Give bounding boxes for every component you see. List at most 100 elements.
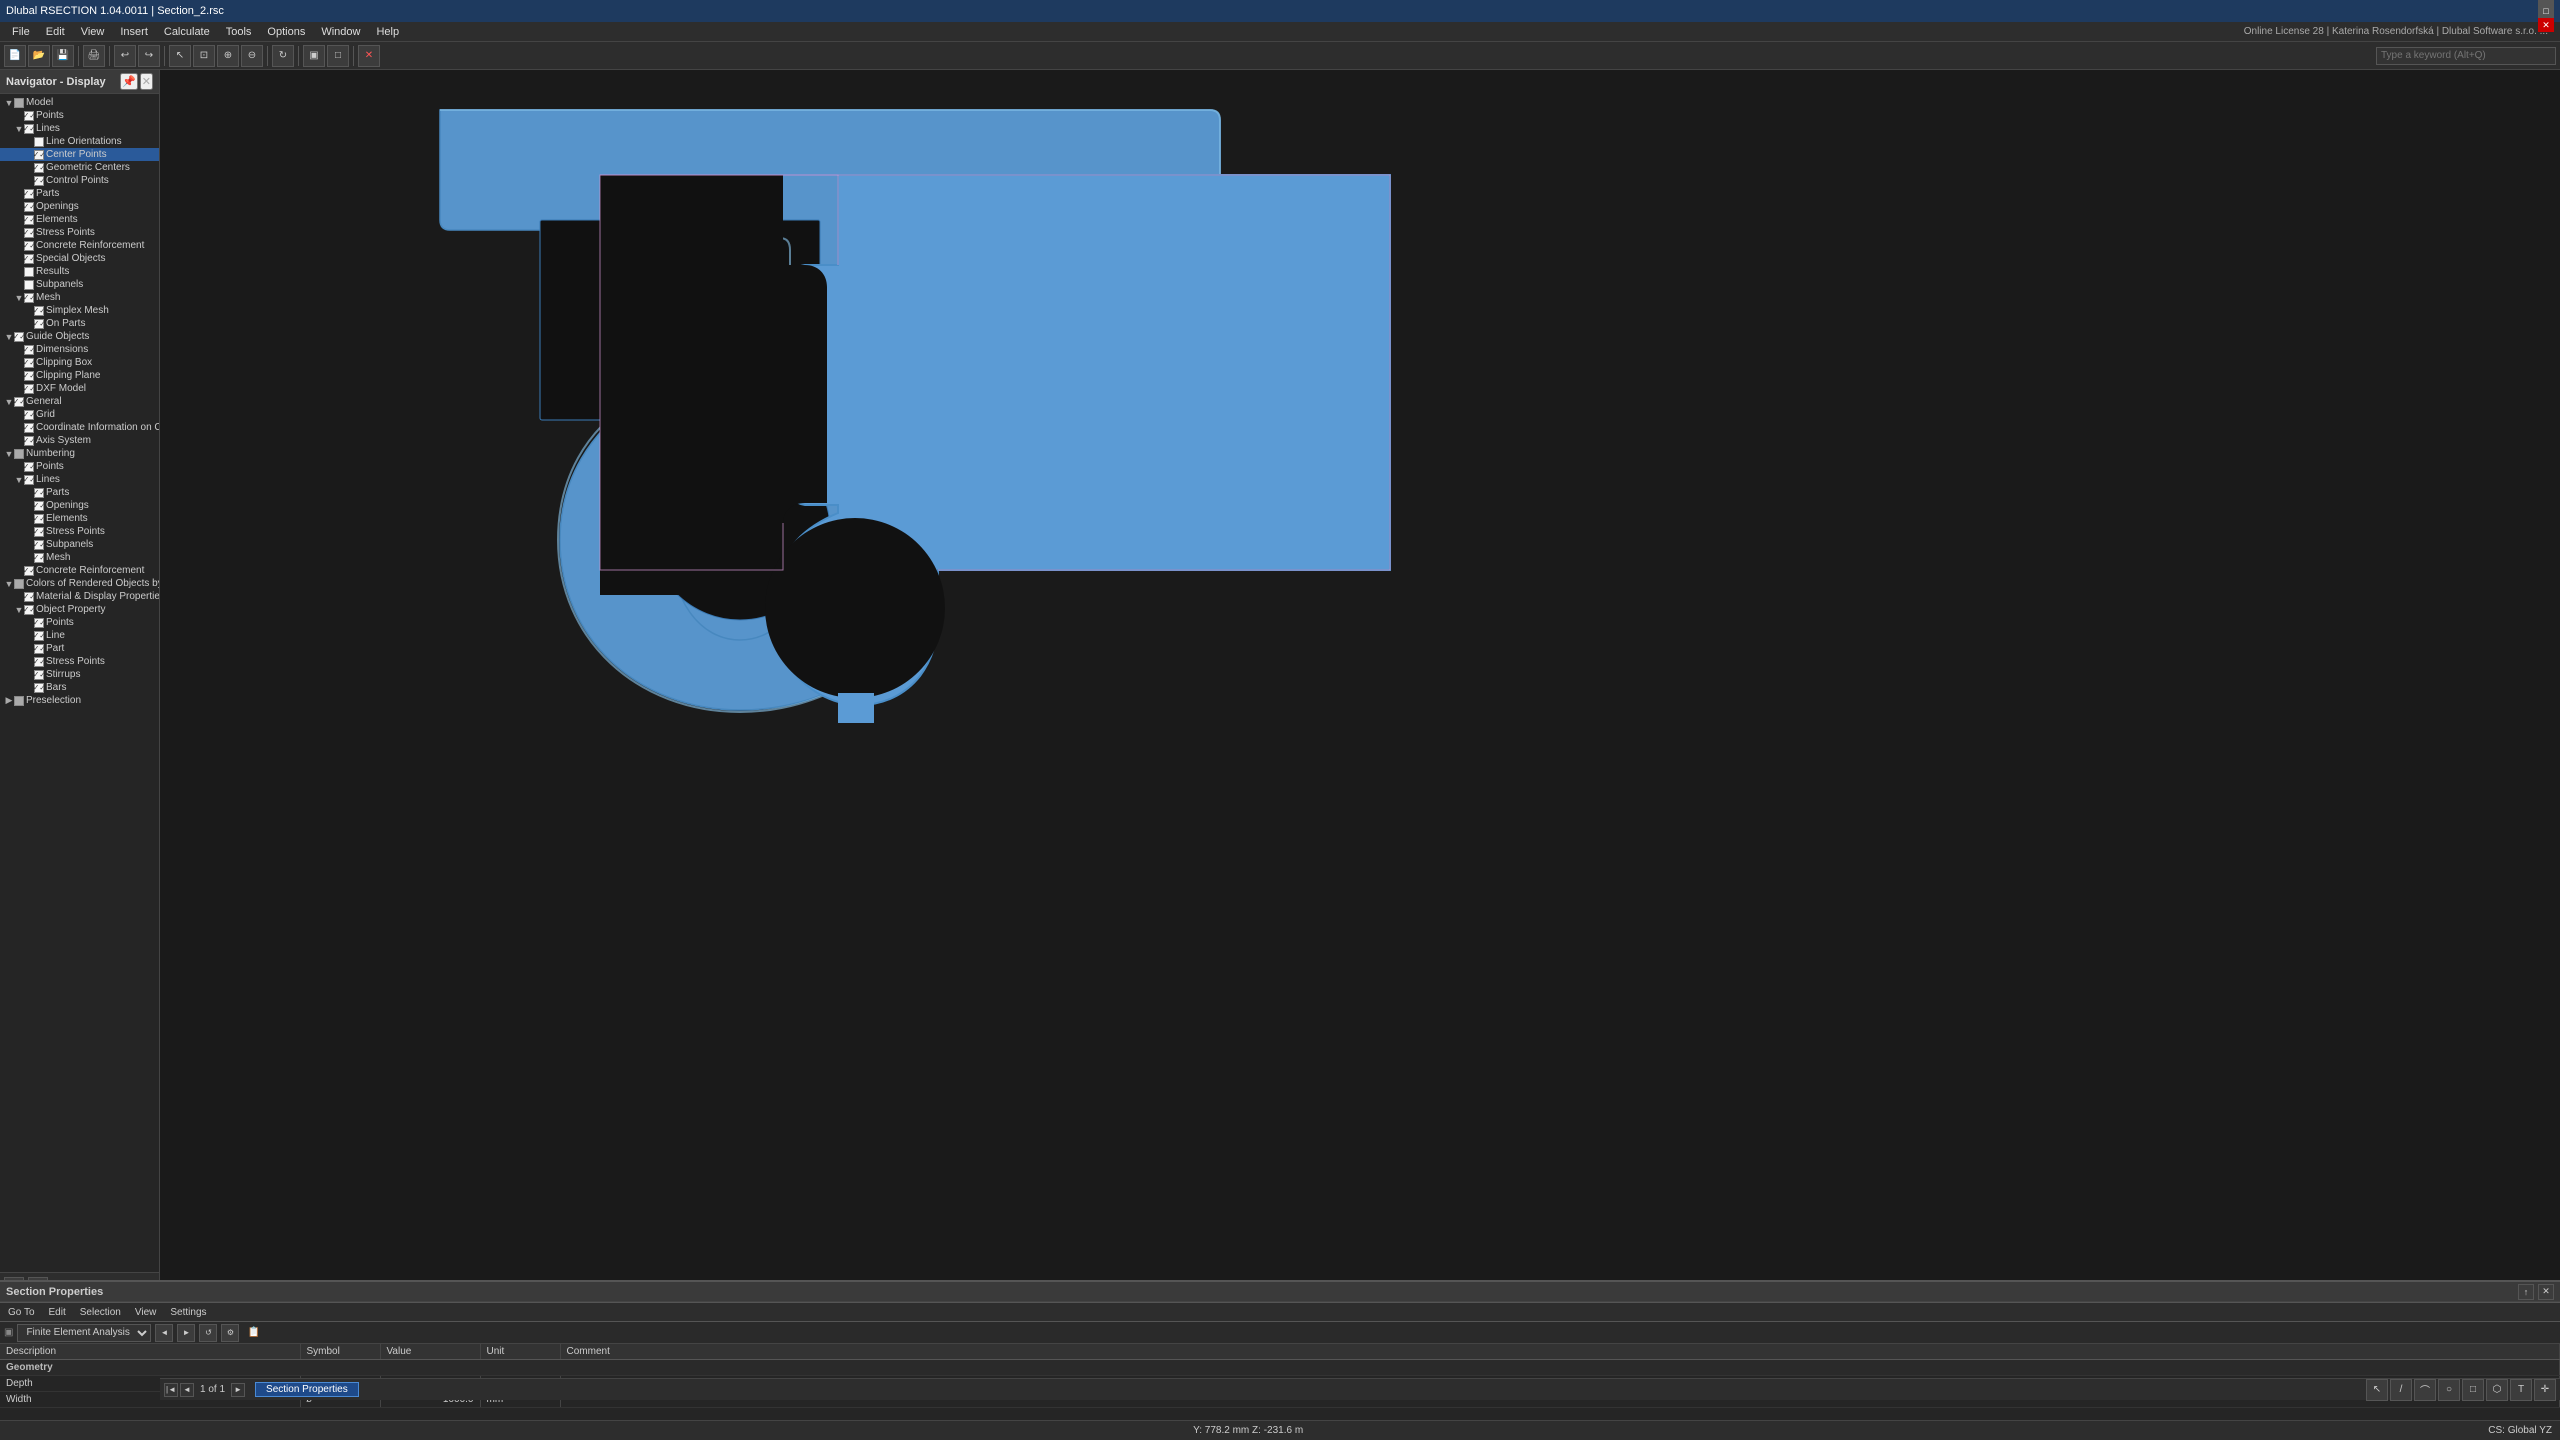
tree-item-geometric-centers[interactable]: ✓ Geometric Centers bbox=[0, 161, 159, 174]
nav-selection[interactable]: Selection bbox=[76, 1307, 125, 1318]
checkbox-go[interactable]: ✓ bbox=[14, 332, 24, 342]
checkbox-axis[interactable]: ✓ bbox=[24, 436, 34, 446]
tree-item-n-points[interactable]: ✓ Points bbox=[0, 460, 159, 473]
snap-button[interactable]: ✛ bbox=[2534, 1379, 2556, 1401]
tree-item-o-points[interactable]: ✓ Points bbox=[0, 616, 159, 629]
tree-item-n-elements[interactable]: ✓ Elements bbox=[0, 512, 159, 525]
tree-item-results[interactable]: Results bbox=[0, 265, 159, 278]
checkbox-nl[interactable]: ✓ bbox=[24, 475, 34, 485]
analysis-next-btn[interactable]: ► bbox=[177, 1324, 195, 1342]
checkbox-coord[interactable]: ✓ bbox=[24, 423, 34, 433]
checkbox-md[interactable]: ✓ bbox=[24, 592, 34, 602]
checkbox-ostir[interactable]: ✓ bbox=[34, 670, 44, 680]
navigator-pin-button[interactable]: 📌 bbox=[120, 73, 138, 90]
tree-item-n-subpanels[interactable]: ✓ Subpanels bbox=[0, 538, 159, 551]
checkbox-sm[interactable]: ✓ bbox=[34, 306, 44, 316]
checkbox-pre[interactable] bbox=[14, 696, 24, 706]
tree-item-n-concrete[interactable]: ✓ Concrete Reinforcement bbox=[0, 564, 159, 577]
tree-item-openings[interactable]: ✓ Openings bbox=[0, 200, 159, 213]
maximize-button[interactable]: □ bbox=[2538, 4, 2554, 18]
draw-circle-button[interactable]: ○ bbox=[2438, 1379, 2460, 1401]
checkbox-elements[interactable]: ✓ bbox=[24, 215, 34, 225]
draw-rect-button[interactable]: □ bbox=[2462, 1379, 2484, 1401]
menu-calculate[interactable]: Calculate bbox=[156, 24, 218, 40]
menu-help[interactable]: Help bbox=[368, 24, 407, 40]
checkbox-opart[interactable]: ✓ bbox=[34, 644, 44, 654]
render-button[interactable]: ▣ bbox=[303, 45, 325, 67]
nav-goto[interactable]: Go To bbox=[4, 1307, 39, 1318]
checkbox-no[interactable]: ✓ bbox=[34, 501, 44, 511]
checkbox-gen[interactable]: ✓ bbox=[14, 397, 24, 407]
navigator-close-button[interactable]: ✕ bbox=[140, 73, 153, 90]
menu-options[interactable]: Options bbox=[259, 24, 313, 40]
tree-item-dxf-model[interactable]: ✓ DXF Model bbox=[0, 382, 159, 395]
checkbox-gc[interactable]: ✓ bbox=[34, 163, 44, 173]
tree-item-stress-points[interactable]: ✓ Stress Points bbox=[0, 226, 159, 239]
checkbox-op[interactable]: ✓ bbox=[34, 319, 44, 329]
analysis-settings-btn[interactable]: ⚙ bbox=[221, 1324, 239, 1342]
tree-item-n-openings[interactable]: ✓ Openings bbox=[0, 499, 159, 512]
tree-item-n-lines[interactable]: ▼ ✓ Lines bbox=[0, 473, 159, 486]
undo-button[interactable]: ↩ bbox=[114, 45, 136, 67]
checkbox-so[interactable]: ✓ bbox=[24, 254, 34, 264]
checkbox-lo[interactable] bbox=[34, 137, 44, 147]
draw-text-button[interactable]: T bbox=[2510, 1379, 2532, 1401]
page-next-button[interactable]: ► bbox=[231, 1383, 245, 1397]
tree-item-material-display[interactable]: ✓ Material & Display Properties bbox=[0, 590, 159, 603]
draw-arc-button[interactable]: ⌒ bbox=[2414, 1379, 2436, 1401]
tree-item-lines[interactable]: ▼ ✓ Lines bbox=[0, 122, 159, 135]
zoom-out-button[interactable]: ⊖ bbox=[241, 45, 263, 67]
draw-polygon-button[interactable]: ⬡ bbox=[2486, 1379, 2508, 1401]
new-button[interactable]: 📄 bbox=[4, 45, 26, 67]
tree-item-elements[interactable]: ✓ Elements bbox=[0, 213, 159, 226]
tree-item-o-bars[interactable]: ✓ Bars bbox=[0, 681, 159, 694]
open-button[interactable]: 📂 bbox=[28, 45, 50, 67]
props-expand-button[interactable]: ↑ bbox=[2518, 1284, 2534, 1300]
nav-edit[interactable]: Edit bbox=[45, 1307, 70, 1318]
redo-button[interactable]: ↪ bbox=[138, 45, 160, 67]
tree-item-o-stress-points[interactable]: ✓ Stress Points bbox=[0, 655, 159, 668]
checkbox-num[interactable] bbox=[14, 449, 24, 459]
tree-item-clipping-box[interactable]: ✓ Clipping Box bbox=[0, 356, 159, 369]
checkbox-opo[interactable]: ✓ bbox=[34, 618, 44, 628]
save-button[interactable]: 💾 bbox=[52, 45, 74, 67]
checkbox-openings[interactable]: ✓ bbox=[24, 202, 34, 212]
draw-pointer-button[interactable]: ↖ bbox=[2366, 1379, 2388, 1401]
tree-item-numbering[interactable]: ▼ Numbering bbox=[0, 447, 159, 460]
checkbox-oline[interactable]: ✓ bbox=[34, 631, 44, 641]
checkbox-np[interactable]: ✓ bbox=[24, 462, 34, 472]
analysis-refresh-btn[interactable]: ↺ bbox=[199, 1324, 217, 1342]
zoom-fit-button[interactable]: ⊡ bbox=[193, 45, 215, 67]
tree-item-model[interactable]: ▼ Model bbox=[0, 96, 159, 109]
tree-item-parts[interactable]: ✓ Parts bbox=[0, 187, 159, 200]
tree-item-dimensions[interactable]: ✓ Dimensions bbox=[0, 343, 159, 356]
tree-item-grid[interactable]: ✓ Grid bbox=[0, 408, 159, 421]
tree-item-points[interactable]: ✓ Points bbox=[0, 109, 159, 122]
draw-line-button[interactable]: / bbox=[2390, 1379, 2412, 1401]
menu-view[interactable]: View bbox=[73, 24, 113, 40]
tree-item-o-part[interactable]: ✓ Part bbox=[0, 642, 159, 655]
wireframe-button[interactable]: □ bbox=[327, 45, 349, 67]
checkbox-dim[interactable]: ✓ bbox=[24, 345, 34, 355]
menu-insert[interactable]: Insert bbox=[112, 24, 156, 40]
page-first-button[interactable]: |◄ bbox=[164, 1383, 178, 1397]
checkbox-sp[interactable]: ✓ bbox=[24, 228, 34, 238]
checkbox-lines[interactable]: ✓ bbox=[24, 124, 34, 134]
tree-item-o-line[interactable]: ✓ Line bbox=[0, 629, 159, 642]
checkbox-cr[interactable]: ✓ bbox=[24, 241, 34, 251]
stop-button[interactable]: ✕ bbox=[358, 45, 380, 67]
analysis-type-select[interactable]: Finite Element Analysis Thin-Walled Mode… bbox=[17, 1324, 151, 1342]
tree-item-clipping-plane[interactable]: ✓ Clipping Plane bbox=[0, 369, 159, 382]
select-button[interactable]: ↖ bbox=[169, 45, 191, 67]
checkbox-grid[interactable]: ✓ bbox=[24, 410, 34, 420]
checkbox-cp[interactable]: ✓ bbox=[34, 150, 44, 160]
tree-item-preselection[interactable]: ▶ Preselection bbox=[0, 694, 159, 707]
checkbox-osp[interactable]: ✓ bbox=[34, 657, 44, 667]
tree-item-simplex-mesh[interactable]: ✓ Simplex Mesh bbox=[0, 304, 159, 317]
checkbox-objp[interactable]: ✓ bbox=[24, 605, 34, 615]
tree-item-line-orientations[interactable]: Line Orientations bbox=[0, 135, 159, 148]
checkbox-points[interactable]: ✓ bbox=[24, 111, 34, 121]
checkbox-parts[interactable]: ✓ bbox=[24, 189, 34, 199]
tree-item-control-points[interactable]: ✓ Control Points bbox=[0, 174, 159, 187]
checkbox-cpl[interactable]: ✓ bbox=[24, 371, 34, 381]
